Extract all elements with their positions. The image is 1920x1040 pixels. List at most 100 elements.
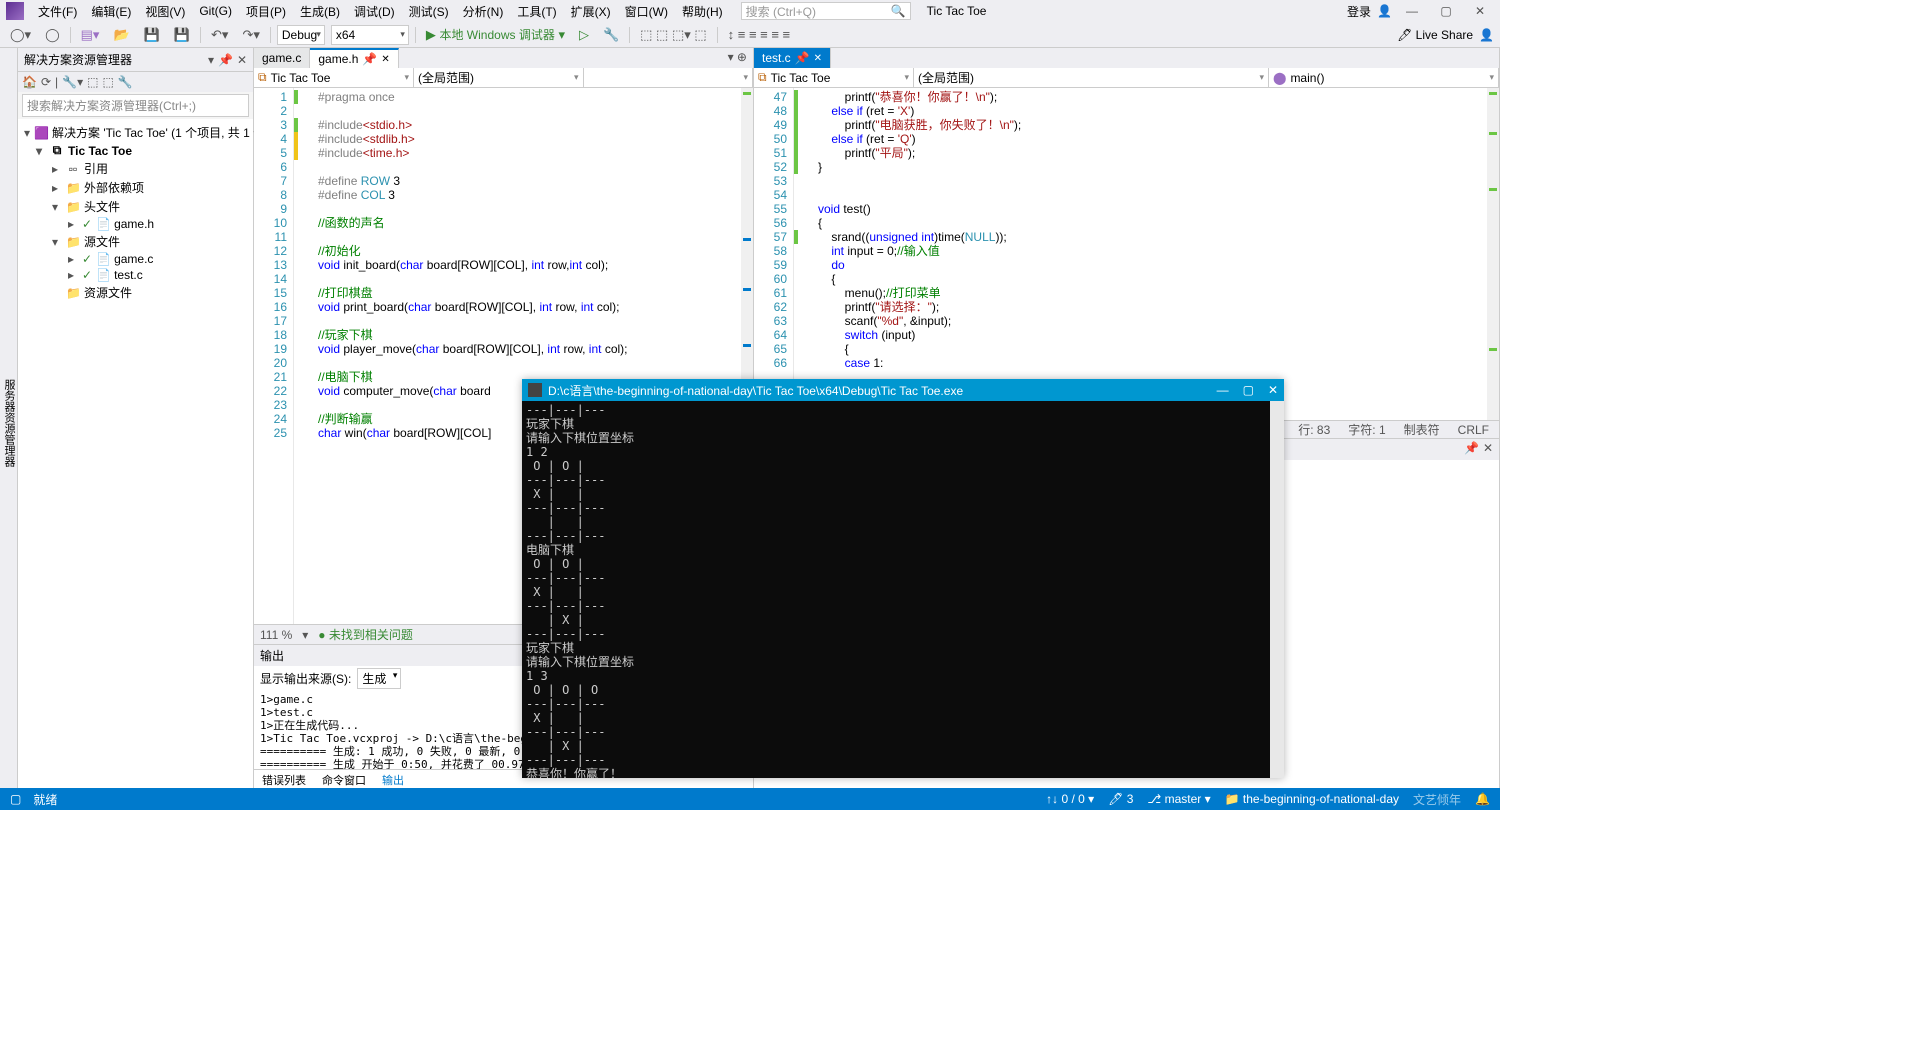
menu-project[interactable]: 项目(P): [240, 1, 292, 22]
tabstrip-right: test.c📌✕: [754, 48, 1499, 68]
pin-icon[interactable]: 📌: [362, 52, 377, 66]
save-all-icon[interactable]: 💾: [170, 27, 194, 43]
close-button[interactable]: ✕: [1466, 1, 1494, 21]
minimize-button[interactable]: —: [1217, 383, 1229, 397]
nav-scope-combo[interactable]: (全局范围): [414, 68, 584, 87]
console-body[interactable]: ---|---|--- 玩家下棋 请输入下棋位置坐标 1 2 O | O | -…: [522, 401, 1284, 778]
resources-node[interactable]: 📁资源文件: [20, 283, 251, 302]
refs-node[interactable]: ▸▫▫引用: [20, 159, 251, 178]
file-gameh[interactable]: ▸✓📄game.h: [20, 216, 251, 232]
solution-toolbar: 🏠⟳ | 🔧▾⬚⬚🔧: [18, 72, 253, 92]
nav-back-icon[interactable]: ◯▾: [6, 27, 35, 43]
project-node[interactable]: ▾⧉Tic Tac Toe: [20, 142, 251, 159]
menu-view[interactable]: 视图(V): [139, 1, 191, 22]
menu-test[interactable]: 测试(S): [403, 1, 455, 22]
signin-button[interactable]: 登录: [1347, 3, 1371, 20]
tool-icon[interactable]: 🔧▾: [62, 75, 83, 89]
side-tab-server-explorer[interactable]: 服务器资源管理器: [0, 48, 18, 792]
menu-file[interactable]: 文件(F): [32, 1, 83, 22]
nav-project-combo[interactable]: ⧉Tic Tac Toe: [754, 68, 914, 87]
status-errors[interactable]: ↑↓ 0 / 0 ▾: [1046, 792, 1094, 806]
output-source-combo[interactable]: 生成: [357, 668, 401, 689]
status-col: 字符: 1: [1348, 421, 1385, 438]
close-button[interactable]: ✕: [1268, 383, 1278, 397]
status-line: 行: 83: [1298, 421, 1330, 438]
pin-icon[interactable]: 📌: [795, 51, 810, 65]
tool4-icon[interactable]: 🔧: [118, 75, 133, 89]
nav-member-combo[interactable]: [584, 68, 754, 87]
pin-icon[interactable]: 📌: [1464, 441, 1479, 458]
status-pencil[interactable]: 🖊 3: [1108, 792, 1133, 806]
nav-fwd-icon[interactable]: ◯: [41, 27, 64, 43]
tb-icon-group2[interactable]: ↕ ≡ ≡ ≡ ≡ ≡: [724, 27, 795, 42]
tab-overflow-icon[interactable]: ▾ ⊕: [722, 48, 753, 68]
status-bell-icon[interactable]: 🔔: [1475, 792, 1490, 806]
close-icon[interactable]: ✕: [814, 53, 822, 64]
menu-debug[interactable]: 调试(D): [348, 1, 401, 22]
tb-misc-1[interactable]: 🔧: [599, 27, 623, 43]
maximize-button[interactable]: ▢: [1243, 383, 1254, 397]
menu-ext[interactable]: 扩展(X): [565, 1, 617, 22]
tool3-icon[interactable]: ⬚: [102, 75, 113, 89]
zoom-combo[interactable]: 111 %: [260, 628, 292, 642]
tab-gamec[interactable]: game.c: [254, 48, 310, 68]
menu-edit[interactable]: 编辑(E): [85, 1, 137, 22]
menu-help[interactable]: 帮助(H): [676, 1, 729, 22]
liveshare-button[interactable]: 🖊 Live Share: [1397, 28, 1473, 42]
pin-icon[interactable]: 📌: [218, 53, 233, 67]
output-title: 输出: [260, 647, 284, 664]
save-icon[interactable]: 💾: [140, 27, 164, 43]
close-icon[interactable]: ✕: [1483, 441, 1493, 458]
nav-project-combo[interactable]: ⧉Tic Tac Toe: [254, 68, 414, 87]
nav-scope-combo[interactable]: (全局范围): [914, 68, 1269, 87]
console-titlebar[interactable]: D:\c语言\the-beginning-of-national-day\Tic…: [522, 379, 1284, 401]
headers-node[interactable]: ▾📁头文件: [20, 197, 251, 216]
console-window: D:\c语言\the-beginning-of-national-day\Tic…: [522, 379, 1284, 778]
solution-root[interactable]: ▾🟪解决方案 'Tic Tac Toe' (1 个项目, 共 1 个): [20, 123, 251, 142]
search-icon: 🔍: [891, 4, 906, 18]
sources-node[interactable]: ▾📁源文件: [20, 232, 251, 251]
undo-icon[interactable]: ↶▾: [207, 27, 232, 43]
status-ready: 就绪: [33, 791, 57, 808]
maximize-button[interactable]: ▢: [1432, 1, 1460, 21]
status-branch[interactable]: ⎇ master ▾: [1147, 792, 1210, 806]
solution-explorer-title: 解决方案资源管理器: [24, 51, 132, 68]
vs-logo-icon: [6, 2, 24, 20]
tab-testc[interactable]: test.c📌✕: [754, 48, 831, 68]
editor-testc[interactable]: 4748495051525354555657585960616263646566…: [754, 88, 1499, 420]
file-gamec[interactable]: ▸✓📄game.c: [20, 251, 251, 267]
sync-icon[interactable]: ⟳: [41, 75, 51, 89]
minimize-button[interactable]: —: [1398, 1, 1426, 21]
nav-function-combo[interactable]: ⬤main(): [1269, 68, 1499, 87]
window-menu-icon[interactable]: ▾: [208, 53, 214, 67]
close-icon[interactable]: ✕: [237, 53, 247, 67]
menu-git[interactable]: Git(G): [193, 2, 238, 20]
redo-icon[interactable]: ↷▾: [238, 27, 263, 43]
status-output-icon[interactable]: ▢: [10, 792, 21, 806]
config-combo[interactable]: Debug: [277, 25, 325, 45]
open-icon[interactable]: 📂: [109, 27, 133, 43]
feedback-icon[interactable]: 👤: [1479, 28, 1494, 42]
search-input[interactable]: 搜索 (Ctrl+Q) 🔍: [741, 2, 911, 20]
menu-tools[interactable]: 工具(T): [511, 1, 562, 22]
issues-status[interactable]: ● 未找到相关问题: [318, 626, 413, 643]
status-repo[interactable]: 📁 the-beginning-of-national-day: [1225, 792, 1399, 806]
menu-analyze[interactable]: 分析(N): [457, 1, 510, 22]
tb-icon-group[interactable]: ⬚ ⬚ ⬚▾ ⬚: [636, 27, 711, 43]
solution-explorer: 解决方案资源管理器 ▾📌✕ 🏠⟳ | 🔧▾⬚⬚🔧 搜索解决方案资源管理器(Ctr…: [18, 48, 254, 792]
start-debug-button[interactable]: ▶ 本地 Windows 调试器 ▾: [422, 26, 569, 43]
close-icon[interactable]: ✕: [381, 54, 389, 65]
menu-window[interactable]: 窗口(W): [619, 1, 674, 22]
solution-search-input[interactable]: 搜索解决方案资源管理器(Ctrl+;): [22, 94, 249, 117]
home-icon[interactable]: 🏠: [22, 75, 37, 89]
external-node[interactable]: ▸📁外部依赖项: [20, 178, 251, 197]
new-item-icon[interactable]: ▤▾: [77, 27, 104, 43]
start-nodebug-button[interactable]: ▷: [575, 27, 593, 43]
file-testc[interactable]: ▸✓📄test.c: [20, 267, 251, 283]
platform-combo[interactable]: x64: [331, 25, 409, 45]
tab-gameh[interactable]: game.h📌✕: [310, 48, 398, 68]
tool2-icon[interactable]: ⬚: [87, 75, 98, 89]
menu-bar: 文件(F) 编辑(E) 视图(V) Git(G) 项目(P) 生成(B) 调试(…: [0, 0, 1500, 22]
user-icon[interactable]: 👤: [1377, 4, 1392, 18]
menu-build[interactable]: 生成(B): [294, 1, 346, 22]
